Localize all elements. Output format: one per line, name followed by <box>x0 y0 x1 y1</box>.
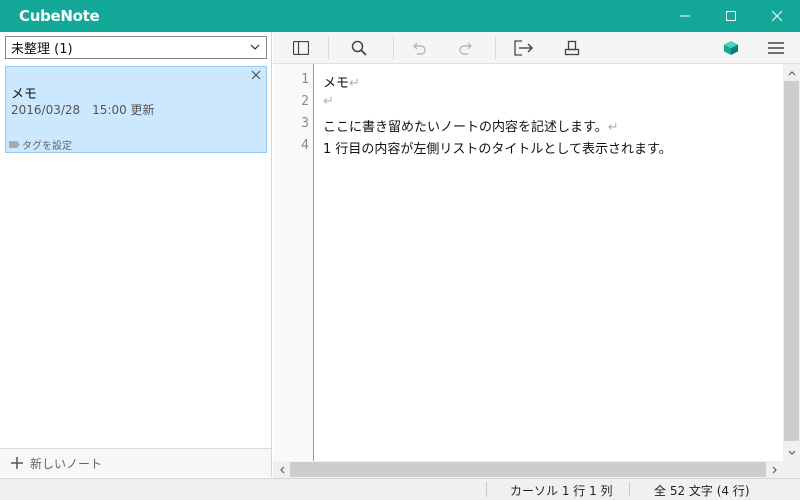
scrollbar-corner <box>783 461 800 478</box>
close-icon <box>772 11 782 21</box>
sidebar-toggle-icon <box>293 40 309 55</box>
redo-button[interactable] <box>446 32 486 63</box>
undo-icon <box>413 42 426 55</box>
chevron-left-icon <box>279 466 284 473</box>
return-mark-icon: ↵ <box>349 76 360 91</box>
maximize-button[interactable] <box>708 0 754 32</box>
note-updated-date: 2016/03/28 15:00 更新 <box>11 103 155 117</box>
minimize-button[interactable] <box>662 0 708 32</box>
scroll-down-button[interactable] <box>783 444 800 461</box>
scroll-up-button[interactable] <box>783 64 800 81</box>
export-icon <box>514 39 533 56</box>
note-list-item[interactable]: メモ 2016/03/28 15:00 更新 タグを設定 <box>5 66 267 153</box>
app-title: CubeNote <box>19 7 100 25</box>
scroll-left-button[interactable] <box>273 461 290 478</box>
cursor-position: カーソル 1 行 1 列 <box>510 484 613 498</box>
editor-line: メモ↵ <box>323 72 360 91</box>
vertical-scroll-thumb[interactable] <box>784 81 799 441</box>
editor-line: ここに書き留めたいノートの内容を記述します。↵ <box>323 116 619 135</box>
redo-icon <box>459 42 472 55</box>
return-mark-icon: ↵ <box>607 120 619 135</box>
toolbar <box>273 32 800 64</box>
folder-select-value: 未整理 (1) <box>11 42 73 57</box>
menu-button[interactable] <box>756 32 796 63</box>
toggle-sidebar-button[interactable] <box>281 32 321 63</box>
status-separator <box>629 482 630 497</box>
new-note-button[interactable]: 新しいノート <box>0 448 271 477</box>
export-button[interactable] <box>504 32 544 63</box>
character-count: 全 52 文字 (4 行) <box>654 484 750 498</box>
editor-line: 1 行目の内容が左側リストのタイトルとして表示されます。 <box>323 138 672 157</box>
maximize-icon <box>726 11 736 21</box>
close-window-button[interactable] <box>754 0 800 32</box>
chevron-down-icon <box>788 450 795 455</box>
return-mark-icon: ↵ <box>323 94 334 109</box>
editor-line-text: ここに書き留めたいノートの内容を記述します。 <box>323 120 608 135</box>
search-icon <box>351 40 367 56</box>
note-title: メモ <box>11 87 38 102</box>
horizontal-scroll-thumb[interactable] <box>290 462 766 477</box>
set-tag-button[interactable]: タグを設定 <box>9 137 72 152</box>
line-number: 1 <box>301 72 309 87</box>
editor-line-text: 1 行目の内容が左側リストのタイトルとして表示されます。 <box>323 142 672 157</box>
line-number: 2 <box>301 94 309 109</box>
cube-button[interactable] <box>711 32 751 63</box>
line-number-gutter: 1 2 3 4 <box>273 64 314 461</box>
scroll-right-button[interactable] <box>766 461 783 478</box>
folder-select[interactable]: 未整理 (1) <box>5 36 267 59</box>
editor-line: ↵ <box>323 94 334 109</box>
minimize-icon <box>680 15 690 17</box>
status-separator <box>486 482 487 497</box>
new-note-label: 新しいノート <box>30 456 103 471</box>
note-list-pane: 未整理 (1) メモ 2016/03/28 15:00 更新 タグを設定 新しい… <box>0 32 272 477</box>
tag-icon <box>9 141 20 148</box>
toolbar-separator <box>393 36 394 60</box>
chevron-right-icon <box>772 466 777 473</box>
search-button[interactable] <box>339 32 379 63</box>
set-tag-label: タグを設定 <box>22 141 72 152</box>
editor-line-text: メモ <box>323 76 350 91</box>
toolbar-separator <box>495 36 496 60</box>
vertical-scrollbar[interactable] <box>783 64 800 461</box>
status-bar: カーソル 1 行 1 列 全 52 文字 (4 行) <box>0 478 800 500</box>
note-editor[interactable]: メモ↵ ↵ ここに書き留めたいノートの内容を記述します。↵ 1 行目の内容が左側… <box>315 64 783 461</box>
chevron-down-icon <box>250 44 260 50</box>
line-number: 4 <box>301 138 309 153</box>
chevron-up-icon <box>788 70 795 75</box>
line-number: 3 <box>301 116 309 131</box>
menu-icon <box>768 41 784 54</box>
close-icon <box>251 70 261 80</box>
horizontal-scrollbar[interactable] <box>273 461 783 478</box>
cube-icon <box>724 40 738 55</box>
print-icon <box>564 40 580 55</box>
plus-icon <box>11 457 23 469</box>
title-bar: CubeNote <box>0 0 800 32</box>
undo-button[interactable] <box>399 32 439 63</box>
toolbar-separator <box>328 36 329 60</box>
delete-note-button[interactable] <box>250 69 262 81</box>
print-button[interactable] <box>552 32 592 63</box>
